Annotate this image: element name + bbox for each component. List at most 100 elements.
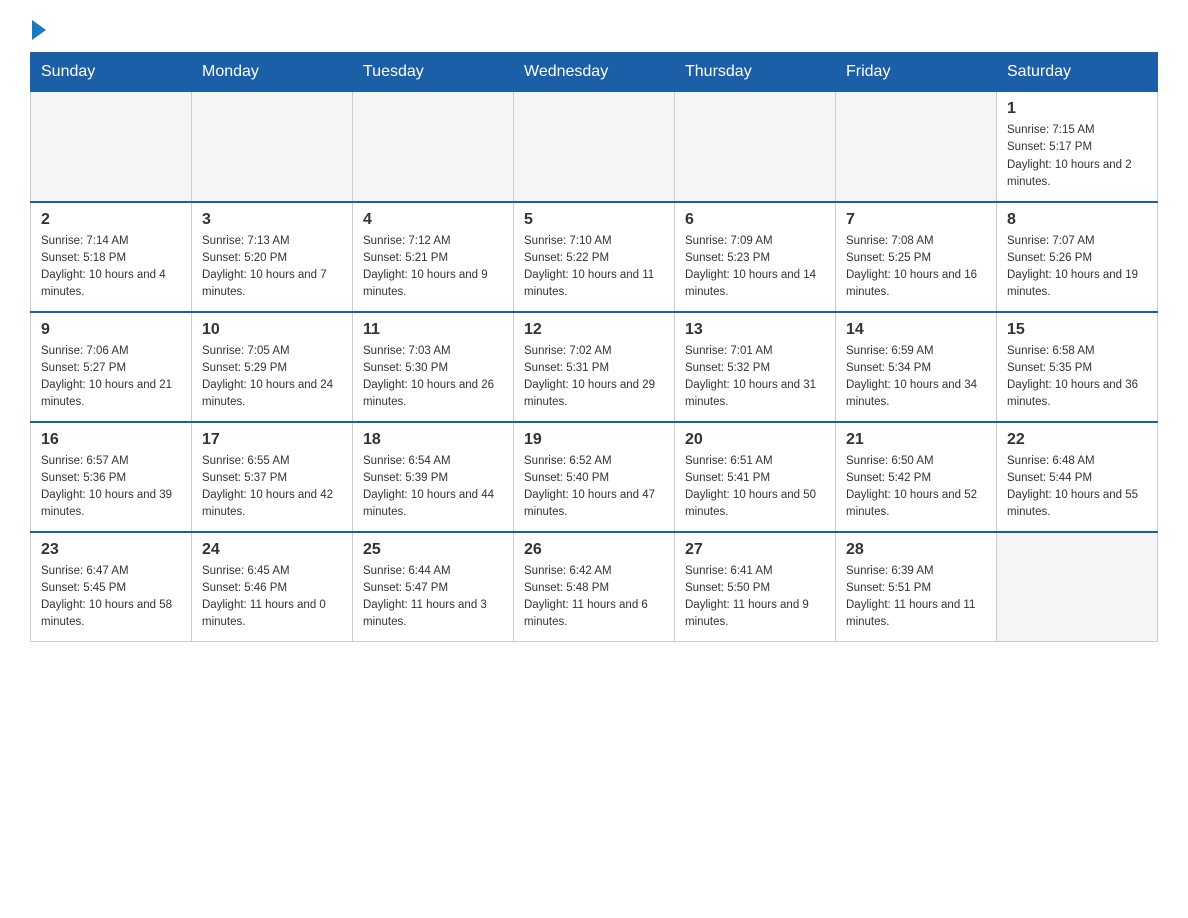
day-number: 27 — [685, 541, 825, 559]
calendar-cell: 22 Sunrise: 6:48 AM Sunset: 5:44 PM Dayli… — [997, 422, 1158, 532]
day-number: 6 — [685, 211, 825, 229]
calendar-cell: 17 Sunrise: 6:55 AM Sunset: 5:37 PM Dayli… — [192, 422, 353, 532]
day-info: Sunrise: 7:05 AM Sunset: 5:29 PM Dayligh… — [202, 343, 342, 412]
day-number: 10 — [202, 321, 342, 339]
day-number: 8 — [1007, 211, 1147, 229]
day-number: 17 — [202, 431, 342, 449]
calendar-cell: 19Sunrise: 6:52 AM Sunset: 5:40 PM Dayli… — [514, 422, 675, 532]
logo-arrow-icon — [32, 20, 46, 40]
day-number: 11 — [363, 321, 503, 339]
day-info: Sunrise: 6:59 AM Sunset: 5:34 PM Dayligh… — [846, 343, 986, 412]
day-number: 20 — [685, 431, 825, 449]
calendar-cell: 28 Sunrise: 6:39 AM Sunset: 5:51 PM Dayli… — [836, 532, 997, 642]
day-info: Sunrise: 6:42 AM Sunset: 5:48 PM Dayligh… — [524, 563, 664, 632]
day-number: 9 — [41, 321, 181, 339]
calendar-cell: 12 Sunrise: 7:02 AM Sunset: 5:31 PM Dayli… — [514, 312, 675, 422]
day-info: Sunrise: 6:39 AM Sunset: 5:51 PM Dayligh… — [846, 563, 986, 632]
calendar-cell: 2 Sunrise: 7:14 AM Sunset: 5:18 PM Daylig… — [31, 202, 192, 312]
calendar-cell: 16 Sunrise: 6:57 AM Sunset: 5:36 PM Dayli… — [31, 422, 192, 532]
calendar-cell: 14 Sunrise: 6:59 AM Sunset: 5:34 PM Dayli… — [836, 312, 997, 422]
day-info: Sunrise: 6:41 AM Sunset: 5:50 PM Dayligh… — [685, 563, 825, 632]
calendar-cell: 13 Sunrise: 7:01 AM Sunset: 5:32 PM Dayli… — [675, 312, 836, 422]
day-header-wednesday: Wednesday — [514, 53, 675, 92]
day-number: 3 — [202, 211, 342, 229]
day-info: Sunrise: 6:48 AM Sunset: 5:44 PM Dayligh… — [1007, 453, 1147, 522]
calendar-cell: 8 Sunrise: 7:07 AM Sunset: 5:26 PM Daylig… — [997, 202, 1158, 312]
day-info: Sunrise: 7:01 AM Sunset: 5:32 PM Dayligh… — [685, 343, 825, 412]
day-number: 18 — [363, 431, 503, 449]
page-header — [30, 20, 1158, 36]
day-info: Sunrise: 6:55 AM Sunset: 5:37 PM Dayligh… — [202, 453, 342, 522]
day-header-tuesday: Tuesday — [353, 53, 514, 92]
day-header-saturday: Saturday — [997, 53, 1158, 92]
day-info: Sunrise: 7:02 AM Sunset: 5:31 PM Dayligh… — [524, 343, 664, 412]
calendar-cell: 3 Sunrise: 7:13 AM Sunset: 5:20 PM Daylig… — [192, 202, 353, 312]
day-number: 16 — [41, 431, 181, 449]
day-number: 1 — [1007, 100, 1147, 118]
day-number: 19 — [524, 431, 664, 449]
calendar-cell: 9Sunrise: 7:06 AM Sunset: 5:27 PM Daylig… — [31, 312, 192, 422]
day-header-monday: Monday — [192, 53, 353, 92]
calendar-cell: 5 Sunrise: 7:10 AM Sunset: 5:22 PM Daylig… — [514, 202, 675, 312]
calendar-cell: 18 Sunrise: 6:54 AM Sunset: 5:39 PM Dayli… — [353, 422, 514, 532]
calendar-cell: 1 Sunrise: 7:15 AM Sunset: 5:17 PM Daylig… — [997, 92, 1158, 202]
day-header-thursday: Thursday — [675, 53, 836, 92]
calendar-cell — [997, 532, 1158, 642]
day-info: Sunrise: 7:13 AM Sunset: 5:20 PM Dayligh… — [202, 233, 342, 302]
week-row-2: 2 Sunrise: 7:14 AM Sunset: 5:18 PM Daylig… — [31, 202, 1158, 312]
week-row-4: 16 Sunrise: 6:57 AM Sunset: 5:36 PM Dayli… — [31, 422, 1158, 532]
day-info: Sunrise: 6:54 AM Sunset: 5:39 PM Dayligh… — [363, 453, 503, 522]
calendar-table: SundayMondayTuesdayWednesdayThursdayFrid… — [30, 52, 1158, 642]
day-info: Sunrise: 6:51 AM Sunset: 5:41 PM Dayligh… — [685, 453, 825, 522]
day-info: Sunrise: 7:10 AM Sunset: 5:22 PM Dayligh… — [524, 233, 664, 302]
calendar-cell: 7 Sunrise: 7:08 AM Sunset: 5:25 PM Daylig… — [836, 202, 997, 312]
week-row-5: 23 Sunrise: 6:47 AM Sunset: 5:45 PM Dayli… — [31, 532, 1158, 642]
day-info: Sunrise: 7:14 AM Sunset: 5:18 PM Dayligh… — [41, 233, 181, 302]
day-info: Sunrise: 6:44 AM Sunset: 5:47 PM Dayligh… — [363, 563, 503, 632]
day-number: 28 — [846, 541, 986, 559]
calendar-cell: 25 Sunrise: 6:44 AM Sunset: 5:47 PM Dayli… — [353, 532, 514, 642]
calendar-cell: 4 Sunrise: 7:12 AM Sunset: 5:21 PM Daylig… — [353, 202, 514, 312]
day-number: 4 — [363, 211, 503, 229]
calendar-cell: 21 Sunrise: 6:50 AM Sunset: 5:42 PM Dayli… — [836, 422, 997, 532]
day-number: 22 — [1007, 431, 1147, 449]
logo — [30, 20, 48, 36]
calendar-cell — [353, 92, 514, 202]
calendar-cell: 6Sunrise: 7:09 AM Sunset: 5:23 PM Daylig… — [675, 202, 836, 312]
day-number: 24 — [202, 541, 342, 559]
day-number: 2 — [41, 211, 181, 229]
day-header-friday: Friday — [836, 53, 997, 92]
calendar-cell — [192, 92, 353, 202]
day-number: 15 — [1007, 321, 1147, 339]
calendar-cell — [514, 92, 675, 202]
day-info: Sunrise: 7:12 AM Sunset: 5:21 PM Dayligh… — [363, 233, 503, 302]
calendar-cell: 23 Sunrise: 6:47 AM Sunset: 5:45 PM Dayli… — [31, 532, 192, 642]
calendar-cell: 11Sunrise: 7:03 AM Sunset: 5:30 PM Dayli… — [353, 312, 514, 422]
day-number: 7 — [846, 211, 986, 229]
day-info: Sunrise: 6:47 AM Sunset: 5:45 PM Dayligh… — [41, 563, 181, 632]
day-info: Sunrise: 6:50 AM Sunset: 5:42 PM Dayligh… — [846, 453, 986, 522]
logo-text — [30, 20, 48, 40]
calendar-cell: 27 Sunrise: 6:41 AM Sunset: 5:50 PM Dayli… — [675, 532, 836, 642]
days-header-row: SundayMondayTuesdayWednesdayThursdayFrid… — [31, 53, 1158, 92]
day-number: 21 — [846, 431, 986, 449]
calendar-cell: 15Sunrise: 6:58 AM Sunset: 5:35 PM Dayli… — [997, 312, 1158, 422]
day-number: 5 — [524, 211, 664, 229]
day-number: 23 — [41, 541, 181, 559]
day-info: Sunrise: 7:08 AM Sunset: 5:25 PM Dayligh… — [846, 233, 986, 302]
day-number: 26 — [524, 541, 664, 559]
day-info: Sunrise: 7:15 AM Sunset: 5:17 PM Dayligh… — [1007, 122, 1147, 191]
calendar-cell — [836, 92, 997, 202]
day-number: 25 — [363, 541, 503, 559]
day-info: Sunrise: 7:07 AM Sunset: 5:26 PM Dayligh… — [1007, 233, 1147, 302]
day-number: 14 — [846, 321, 986, 339]
calendar-cell: 26 Sunrise: 6:42 AM Sunset: 5:48 PM Dayli… — [514, 532, 675, 642]
calendar-cell — [31, 92, 192, 202]
week-row-3: 9Sunrise: 7:06 AM Sunset: 5:27 PM Daylig… — [31, 312, 1158, 422]
calendar-cell: 20 Sunrise: 6:51 AM Sunset: 5:41 PM Dayli… — [675, 422, 836, 532]
day-header-sunday: Sunday — [31, 53, 192, 92]
day-number: 12 — [524, 321, 664, 339]
day-info: Sunrise: 6:57 AM Sunset: 5:36 PM Dayligh… — [41, 453, 181, 522]
calendar-cell — [675, 92, 836, 202]
day-number: 13 — [685, 321, 825, 339]
